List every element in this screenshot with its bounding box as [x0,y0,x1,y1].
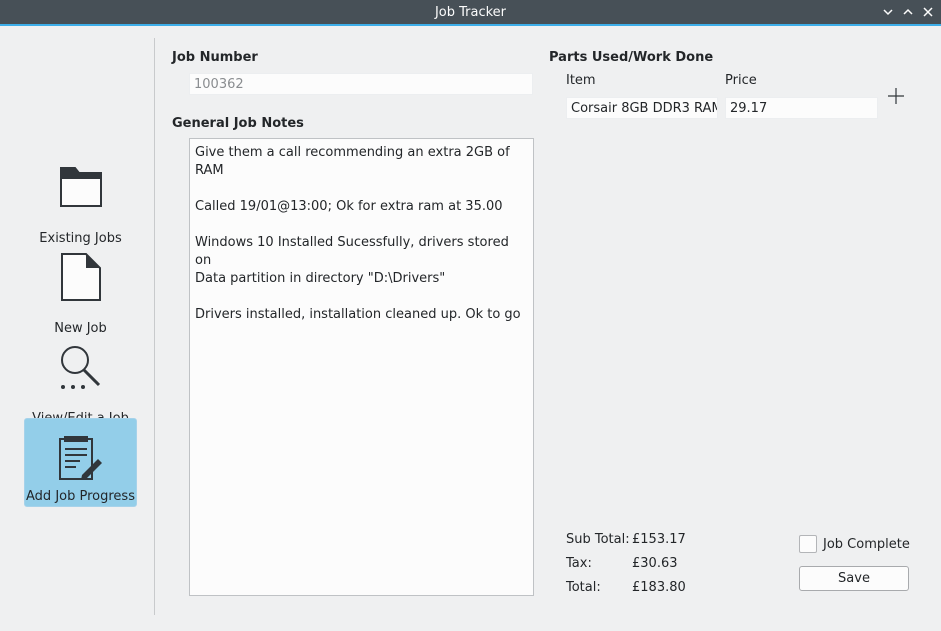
document-icon [24,248,137,306]
job-number-label: Job Number [172,50,258,65]
edit-notes-icon [25,429,136,487]
job-complete-checkbox[interactable] [799,535,817,553]
window-title: Job Tracker [434,5,507,20]
sidebar-item-label: New Job [54,321,107,336]
job-notes-label: General Job Notes [172,116,304,131]
job-notes-textarea[interactable]: Give them a call recommending an extra 2… [189,138,534,596]
add-part-button[interactable] [887,87,905,105]
job-complete-toggle[interactable]: Job Complete [799,535,910,553]
sidebar-item-label: Add Job Progress [26,489,135,504]
parts-section-label: Parts Used/Work Done [549,50,714,65]
folder-icon [24,158,137,216]
sidebar-item-label: Existing Jobs [39,231,122,246]
subtotal-value: £153.17 [632,532,686,547]
sidebar: Existing Jobs New Job View/Edit a Job [12,40,152,615]
subtotal-label: Sub Total: [566,532,630,547]
maximize-icon[interactable] [901,5,915,19]
search-icon [24,338,137,396]
job-number-field[interactable]: 100362 [189,73,533,95]
tax-label: Tax: [566,556,592,571]
sidebar-divider [154,38,155,615]
total-value: £183.80 [632,580,686,595]
save-button[interactable]: Save [799,566,909,591]
title-bar: Job Tracker [0,0,941,26]
sidebar-item-view-edit-job[interactable]: View/Edit a Job [24,336,137,426]
price-column-header: Price [725,73,757,88]
part-price-field[interactable]: 29.17 [725,97,878,119]
minimize-icon[interactable] [881,5,895,19]
tax-value: £30.63 [632,556,678,571]
plus-icon [888,88,904,104]
job-complete-label: Job Complete [823,536,910,552]
total-label: Total: [566,580,601,595]
close-icon[interactable] [921,5,935,19]
sidebar-item-add-job-progress[interactable]: Add Job Progress [24,418,137,507]
window-controls [881,5,935,19]
sidebar-item-existing-jobs[interactable]: Existing Jobs [24,156,137,246]
item-column-header: Item [566,73,596,88]
sidebar-item-new-job[interactable]: New Job [24,246,137,336]
part-item-field[interactable]: Corsair 8GB DDR3 RAM [566,97,718,119]
